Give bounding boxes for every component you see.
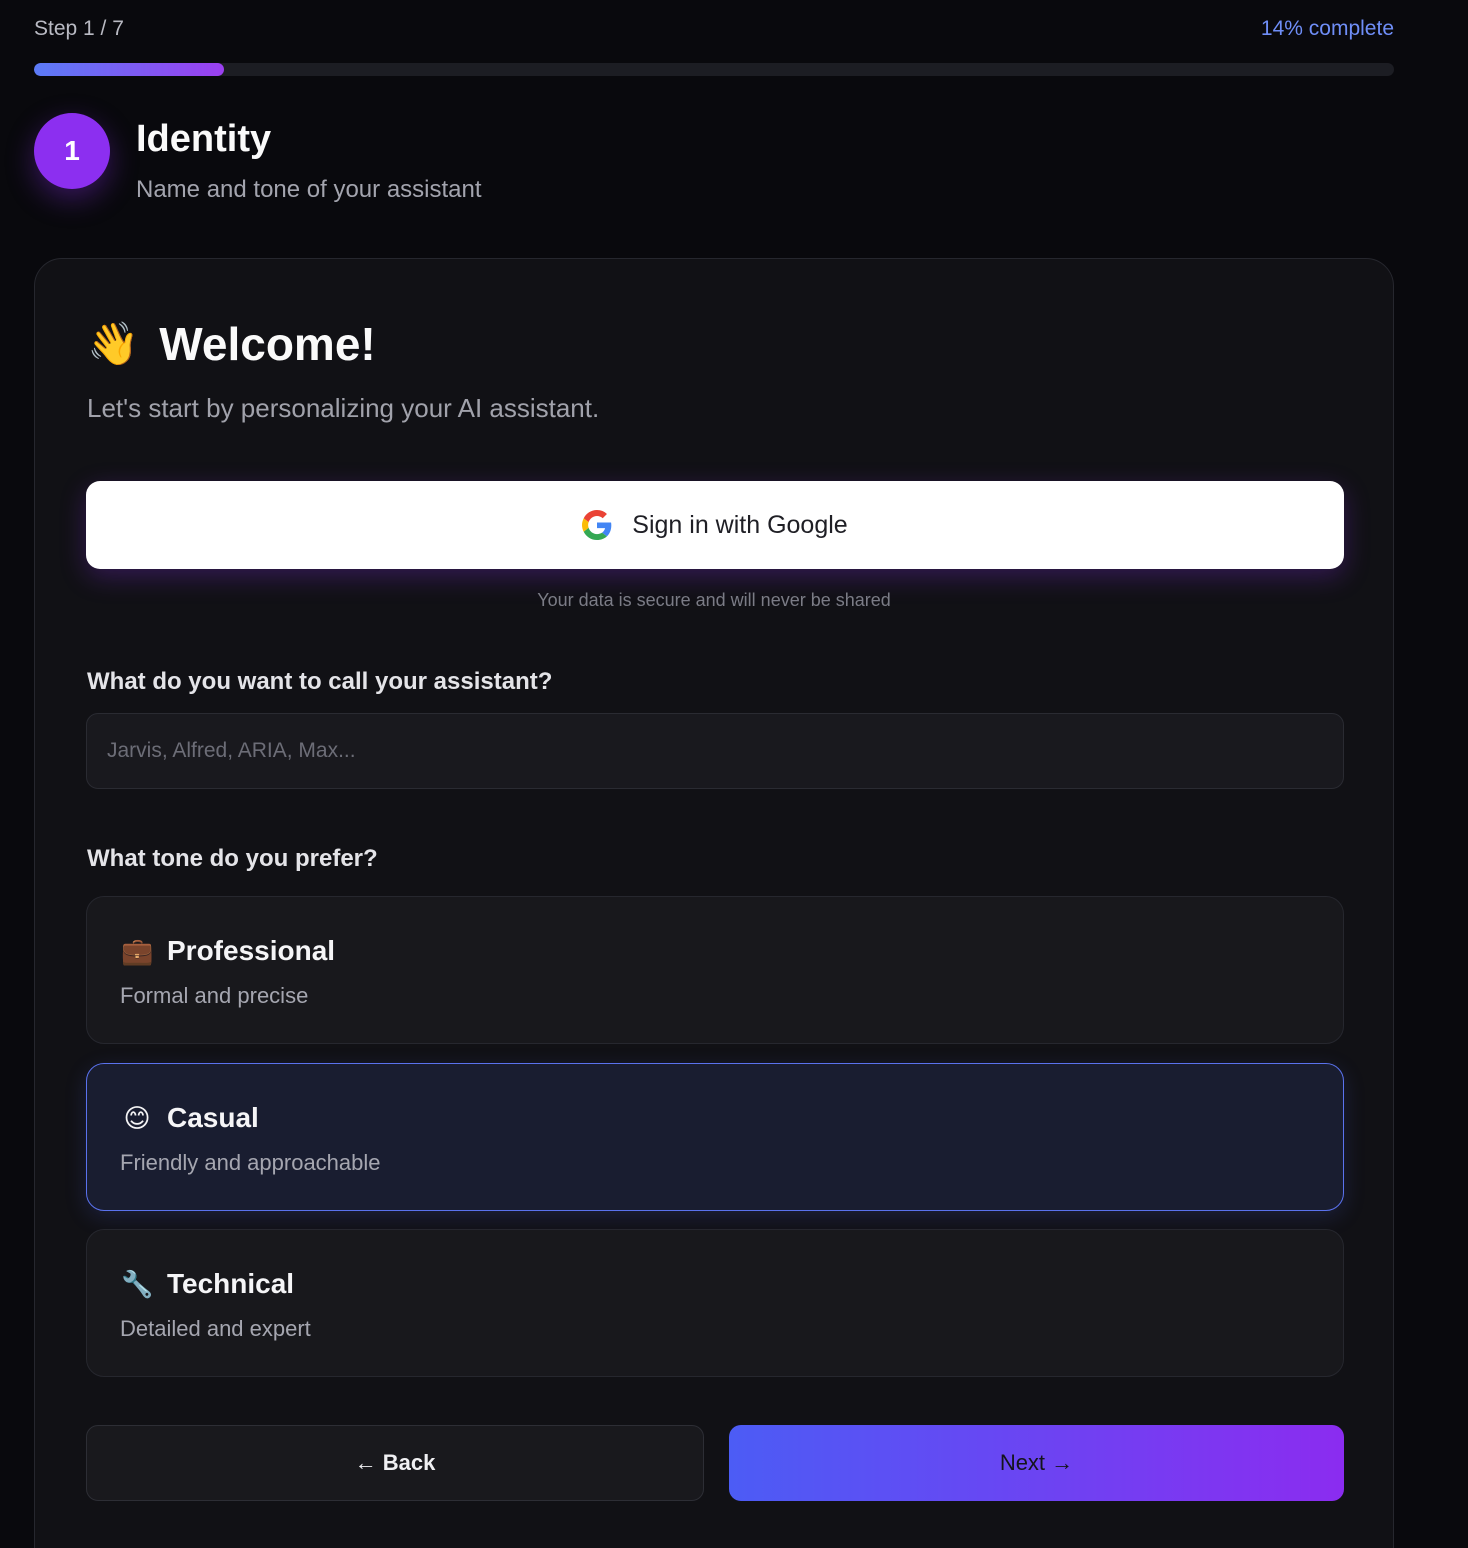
tone-option-description: Detailed and expert [120, 1316, 311, 1341]
welcome-title: Welcome! [159, 318, 376, 370]
progress-percent: 14% complete [1260, 17, 1394, 40]
wrench-icon: 🔧 [121, 1269, 154, 1299]
step-title: Identity [136, 118, 272, 160]
briefcase-icon: 💼 [121, 936, 154, 966]
tone-option-casual[interactable]: 😊 Casual Friendly and approachable [86, 1063, 1344, 1211]
tone-label: What tone do you prefer? [87, 845, 378, 872]
smiling-face-icon: 😊 [123, 1103, 151, 1133]
tone-option-header: 💼 Professional [121, 935, 335, 967]
progress-bar-fill [34, 63, 225, 76]
tone-option-technical[interactable]: 🔧 Technical Detailed and expert [86, 1229, 1344, 1377]
tone-option-header: 🔧 Technical [121, 1268, 294, 1300]
back-button[interactable]: ← Back [86, 1425, 704, 1501]
tone-option-description: Formal and precise [120, 983, 309, 1008]
tone-option-title: Casual [167, 1102, 259, 1133]
step-number-badge: 1 [34, 113, 110, 189]
onboarding-card: 👋 Welcome! Let's start by personalizing … [34, 258, 1394, 1548]
waving-hand-icon: 👋 [87, 320, 140, 367]
google-sign-in-button[interactable]: Sign in with Google [86, 481, 1344, 569]
next-button[interactable]: Next → [729, 1425, 1344, 1501]
google-icon [582, 510, 612, 540]
tone-option-professional[interactable]: 💼 Professional Formal and precise [86, 896, 1344, 1044]
tone-option-title: Technical [167, 1268, 295, 1299]
onboarding-page: Step 1 / 7 14% complete 1 Identity Name … [0, 0, 1468, 1548]
assistant-name-input[interactable] [86, 713, 1344, 789]
google-sign-in-label: Sign in with Google [632, 510, 848, 539]
welcome-subtitle: Let's start by personalizing your AI ass… [87, 393, 600, 423]
progress-bar [34, 63, 1394, 76]
step-subtitle: Name and tone of your assistant [136, 176, 482, 203]
welcome-heading: 👋 Welcome! [87, 317, 376, 371]
tone-option-title: Professional [167, 935, 336, 966]
security-note: Your data is secure and will never be sh… [537, 590, 891, 610]
step-indicator: Step 1 / 7 [34, 17, 124, 40]
tone-option-header: 😊 Casual [121, 1102, 259, 1134]
tone-option-description: Friendly and approachable [120, 1150, 381, 1175]
assistant-name-label: What do you want to call your assistant? [87, 668, 553, 695]
